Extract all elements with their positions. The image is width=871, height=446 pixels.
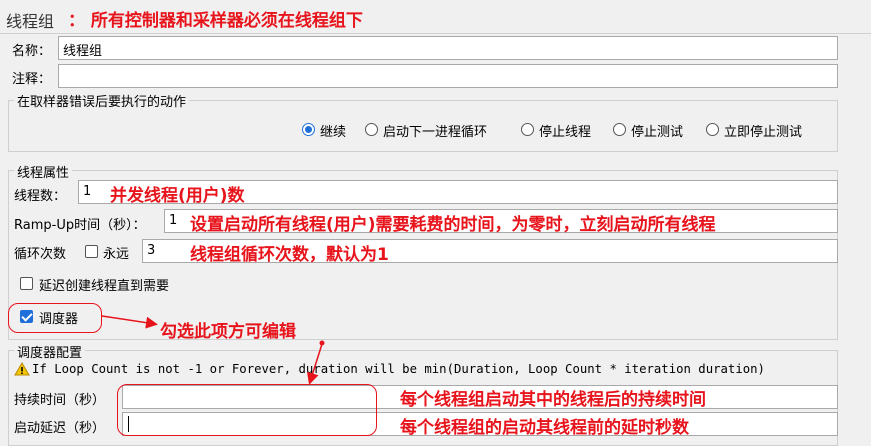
scheduler-arrow	[101, 315, 158, 329]
config-arrow	[306, 343, 323, 385]
annotation-arrows	[101, 315, 325, 385]
config-arrow-dot	[319, 340, 325, 346]
